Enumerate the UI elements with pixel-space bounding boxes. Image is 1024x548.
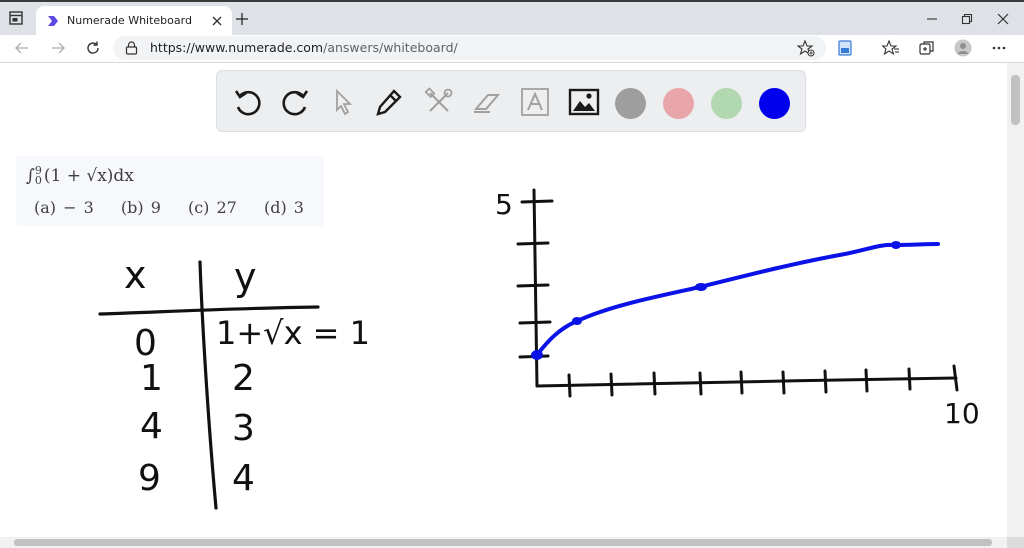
x-tick-4 [698,371,703,396]
x-tick-6 [781,370,786,395]
horizontal-scrollbar-thumb[interactable] [14,539,992,546]
vertical-scrollbar[interactable] [1007,63,1024,537]
graph-x-axis [535,376,958,388]
scrollbar-corner [1007,537,1024,548]
table-y-value-1: 2 [232,358,255,399]
graph-curve [534,242,940,358]
x-tick-5 [739,370,744,395]
graph-point-9 [891,241,901,249]
x-tick-9 [907,367,912,391]
y-tick-4 [516,241,550,246]
table-header-x: x [124,253,147,297]
graph-y-label: 5 [495,188,513,221]
table-header-y: y [234,255,257,299]
y-tick-3 [516,283,550,288]
x-tick-8 [864,368,869,393]
x-tick-1 [567,373,572,398]
table-x-value-2: 4 [140,406,163,447]
graph-point-1 [572,317,582,325]
graph-x-label: 10 [944,397,980,430]
table-divider-line [198,260,218,510]
table-y-value-2: 3 [232,408,255,449]
vertical-scrollbar-thumb[interactable] [1011,75,1020,125]
table-x-value-3: 9 [138,458,161,499]
graph-point-4 [695,283,707,291]
x-tick-7 [823,369,828,394]
y-tick-5 [520,199,554,204]
whiteboard-ink: x y 0 1+√x = 1 1 2 4 3 9 4 5 10 [98,188,980,510]
graph-point-0 [531,350,543,360]
x-tick-10 [952,364,959,392]
x-tick-3 [652,371,657,396]
y-tick-2 [518,320,552,325]
table-header-line [98,305,320,316]
horizontal-scrollbar[interactable] [0,537,1007,548]
table-row0-equation: 1+√x = 1 [216,314,370,352]
x-tick-2 [609,372,614,397]
table-y-value-3: 4 [232,458,255,499]
table-x-value-1: 1 [140,358,163,399]
